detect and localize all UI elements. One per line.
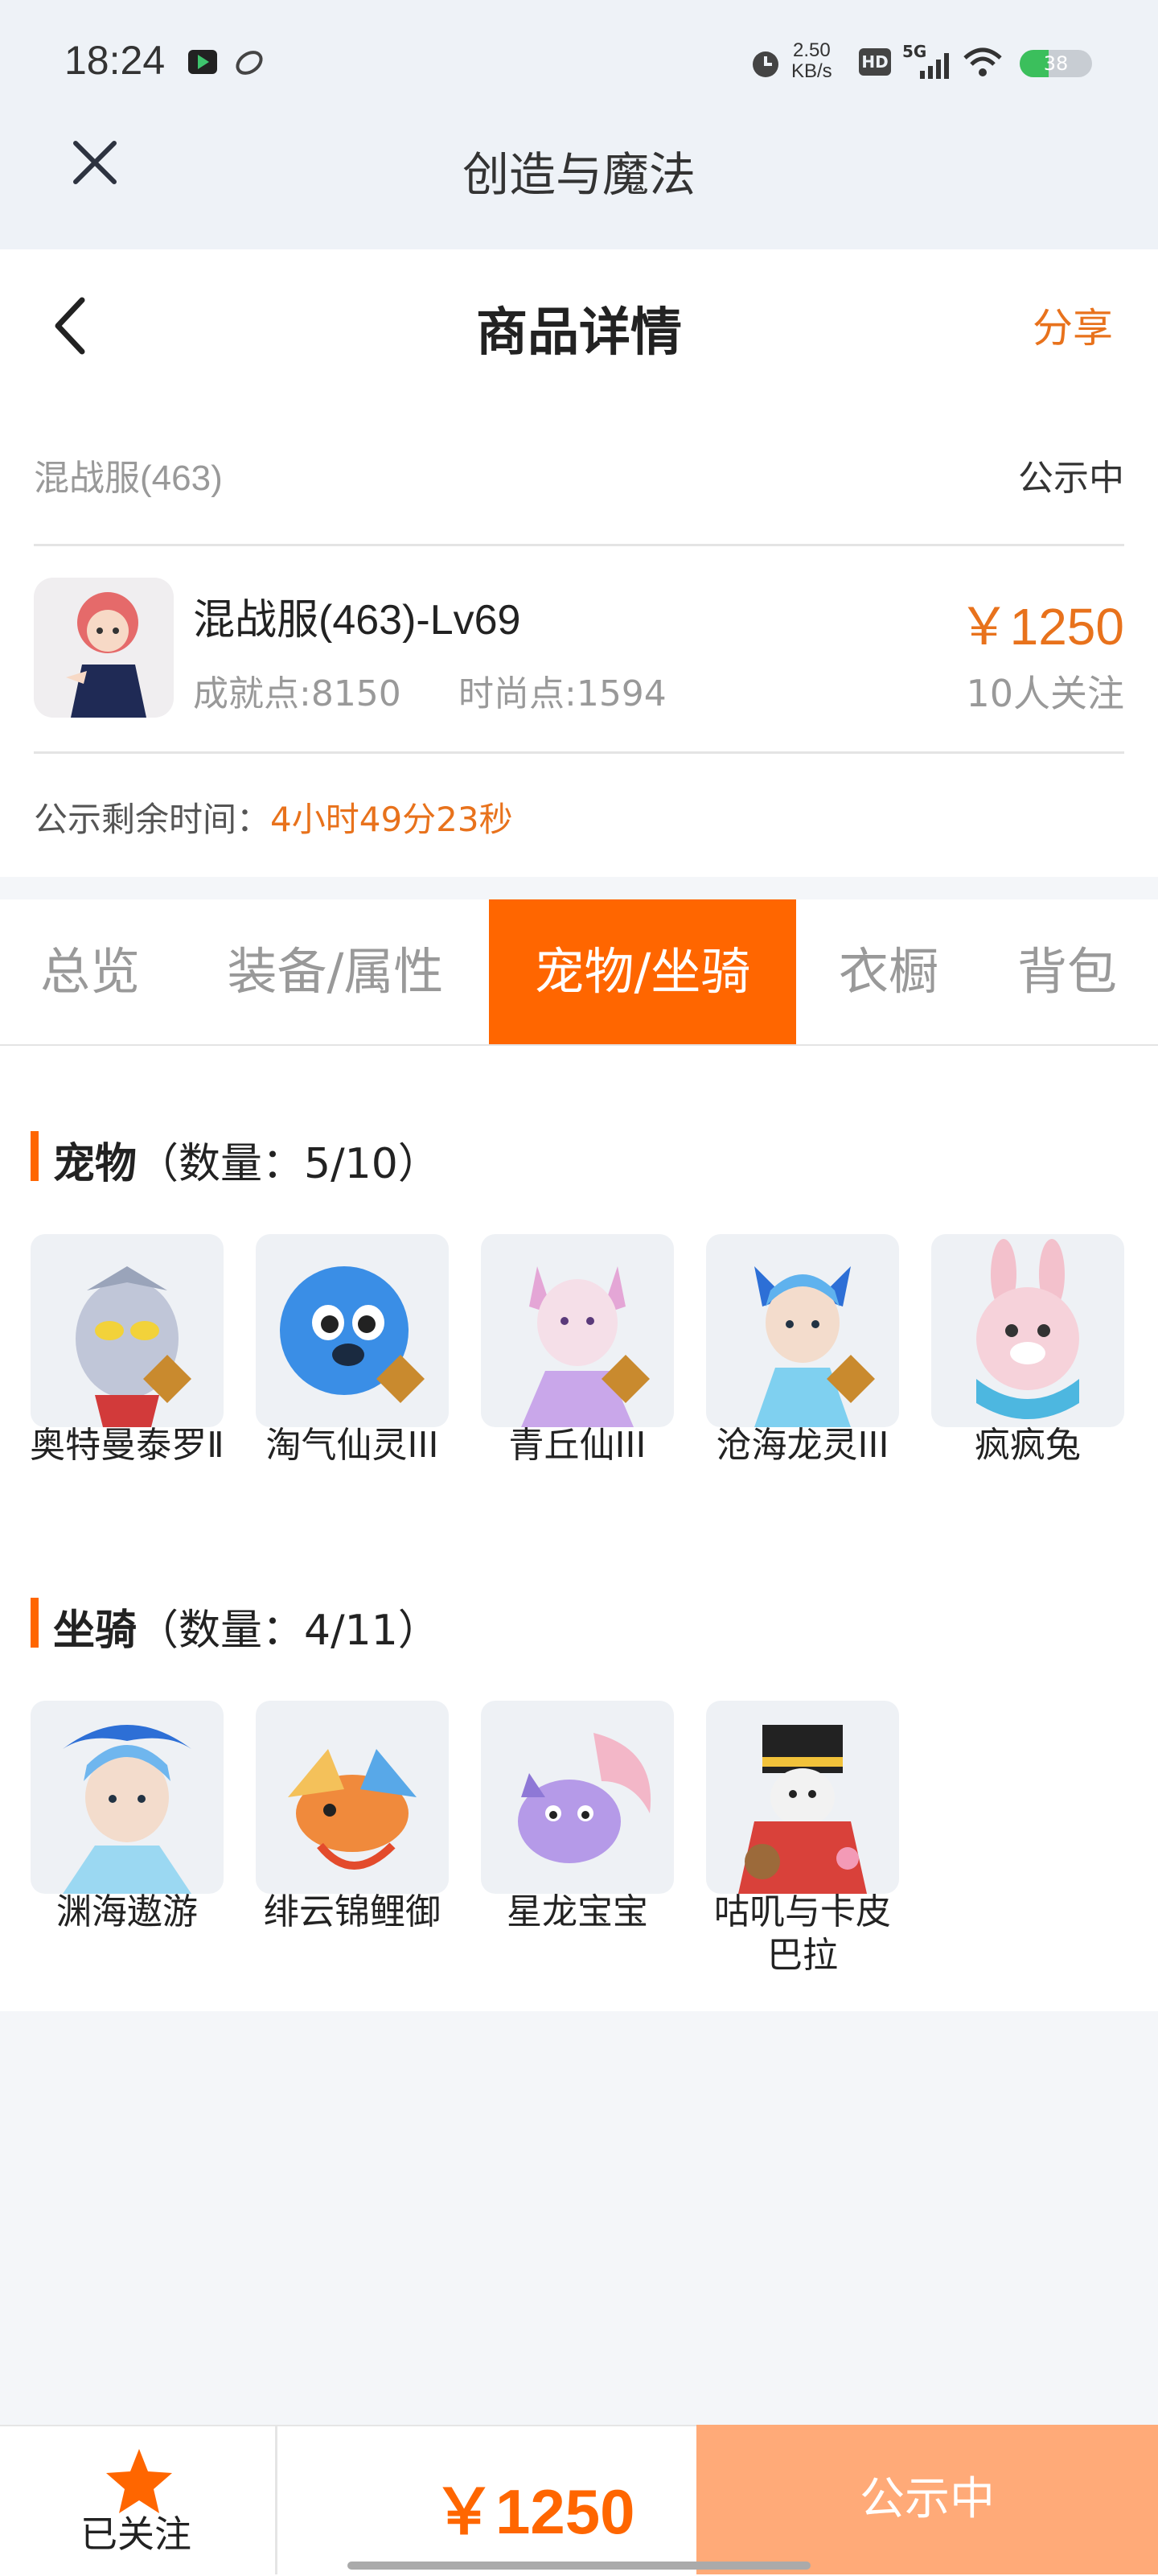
divider (275, 2425, 277, 2574)
character-avatar (34, 578, 174, 718)
pet-label-3: 青丘仙III (508, 1425, 647, 1466)
character-name: 混战服(463)-Lv69 (193, 597, 521, 644)
page-title: 商品详情 (476, 303, 682, 363)
tab-overview[interactable]: 总览 (10, 899, 170, 1044)
pet-label-5: 疯疯兔 (975, 1425, 1081, 1466)
listing-price: ￥1250 (958, 598, 1124, 656)
bottom-price: ￥1250 (433, 2476, 635, 2547)
alarm-icon (753, 51, 778, 77)
mount-label-2: 绯云锦鲤御 (264, 1891, 441, 1932)
mount-label-1: 渊海遨游 (56, 1891, 198, 1932)
pet-tile-3[interactable] (481, 1234, 674, 1427)
follower-count: 10人关注 (966, 672, 1124, 715)
server-label: 混战服(463) (34, 459, 223, 498)
pets-section-title: 宠物（数量：5/10） (53, 1140, 440, 1188)
share-button[interactable]: 分享 (1033, 296, 1113, 354)
achievement-points: 成就点:8150 (193, 673, 401, 714)
pet-tile-4[interactable] (706, 1234, 899, 1427)
wifi-icon (963, 47, 1002, 76)
pet-label-2: 淘气仙灵III (265, 1425, 439, 1466)
tab-equipment[interactable]: 装备/属性 (203, 899, 468, 1044)
pet-tile-1[interactable] (31, 1234, 224, 1427)
app-notification-icon (188, 50, 217, 74)
hd-badge: HD (859, 48, 891, 76)
pet-tile-2[interactable] (256, 1234, 449, 1427)
status-action-button[interactable]: 公示中 (696, 2425, 1158, 2574)
link-icon (236, 51, 263, 75)
divider (34, 751, 1124, 754)
status-time: 18:24 (64, 38, 166, 83)
signal-icon (920, 53, 949, 79)
tab-backpack[interactable]: 背包 (991, 899, 1144, 1044)
mount-tile-1[interactable] (31, 1701, 224, 1894)
battery-indicator: 38 (1020, 50, 1092, 77)
listing-status: 公示中 (1018, 458, 1124, 499)
home-indicator[interactable] (347, 2562, 811, 2570)
mount-tile-4[interactable] (706, 1701, 899, 1894)
fashion-points: 时尚点:1594 (458, 673, 667, 714)
mount-label-3: 星龙宝宝 (507, 1891, 648, 1932)
tab-wardrobe[interactable]: 衣橱 (812, 899, 965, 1044)
mounts-section-title: 坐骑（数量：4/11） (53, 1607, 440, 1655)
pet-label-1: 奥特曼泰罗Ⅱ (30, 1425, 224, 1466)
pet-label-4: 沧海龙灵III (716, 1425, 889, 1466)
section-marker (31, 1598, 39, 1648)
pet-tile-5[interactable] (931, 1234, 1124, 1427)
mount-tile-3[interactable] (481, 1701, 674, 1894)
follow-label[interactable]: 已关注 (80, 2505, 191, 2558)
section-marker (31, 1131, 39, 1181)
remaining-time: 公示剩余时间：4小时49分23秒 (34, 800, 513, 839)
app-title: 创造与魔法 (462, 147, 696, 202)
mount-label-4: 咕叽与卡皮巴拉 (714, 1891, 891, 1976)
tab-pets-mounts[interactable]: 宠物/坐骑 (489, 899, 796, 1044)
network-speed: 2.50 KB/s (791, 39, 832, 82)
mount-tile-2[interactable] (256, 1701, 449, 1894)
divider (34, 544, 1124, 546)
